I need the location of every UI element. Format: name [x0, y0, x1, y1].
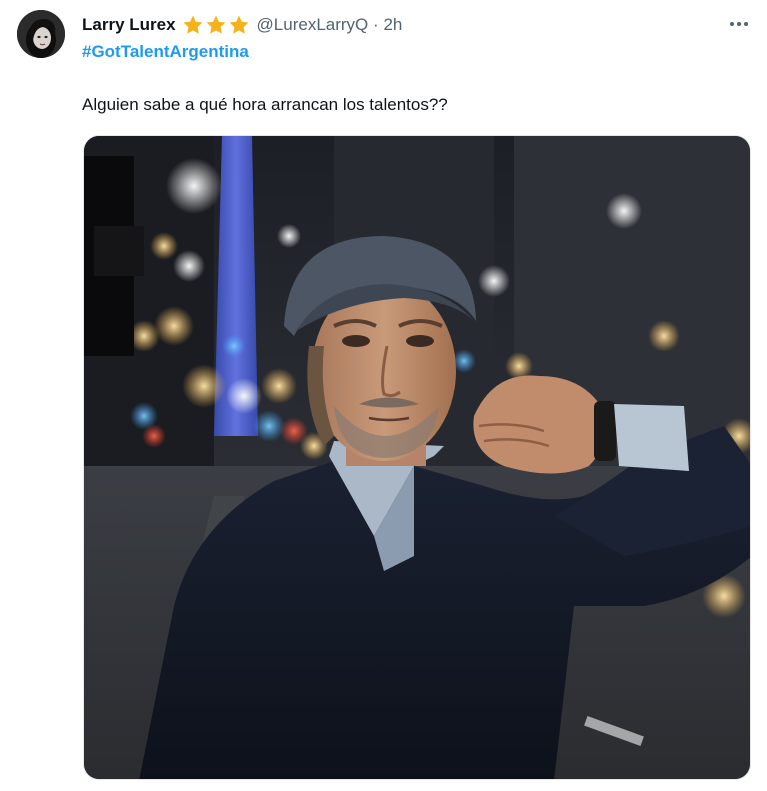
tweet-header: Larry Lurex @LurexLarryQ · 2h — [82, 12, 749, 38]
display-name[interactable]: Larry Lurex — [82, 15, 176, 35]
avatar[interactable] — [17, 10, 65, 58]
handle-time: @LurexLarryQ · 2h — [257, 15, 403, 35]
hashtag-link[interactable]: #GotTalentArgentina — [82, 42, 249, 62]
user-handle[interactable]: @LurexLarryQ — [257, 15, 369, 34]
tweet-card[interactable]: Larry Lurex @LurexLarryQ · 2h #GotTalent… — [0, 0, 767, 791]
more-button[interactable] — [727, 14, 751, 34]
star-icon — [229, 15, 248, 34]
avatar-image — [17, 10, 65, 58]
photo-man-checking-watch — [84, 136, 750, 779]
separator: · — [373, 15, 379, 34]
tweet-text: Alguien sabe a qué hora arrancan los tal… — [82, 95, 448, 114]
tweet-time[interactable]: 2h — [383, 15, 402, 34]
tweet-media[interactable] — [83, 135, 751, 780]
star-icon — [206, 15, 225, 34]
badge-stars — [182, 14, 251, 36]
star-icon — [183, 15, 202, 34]
more-horizontal-icon — [730, 22, 748, 26]
